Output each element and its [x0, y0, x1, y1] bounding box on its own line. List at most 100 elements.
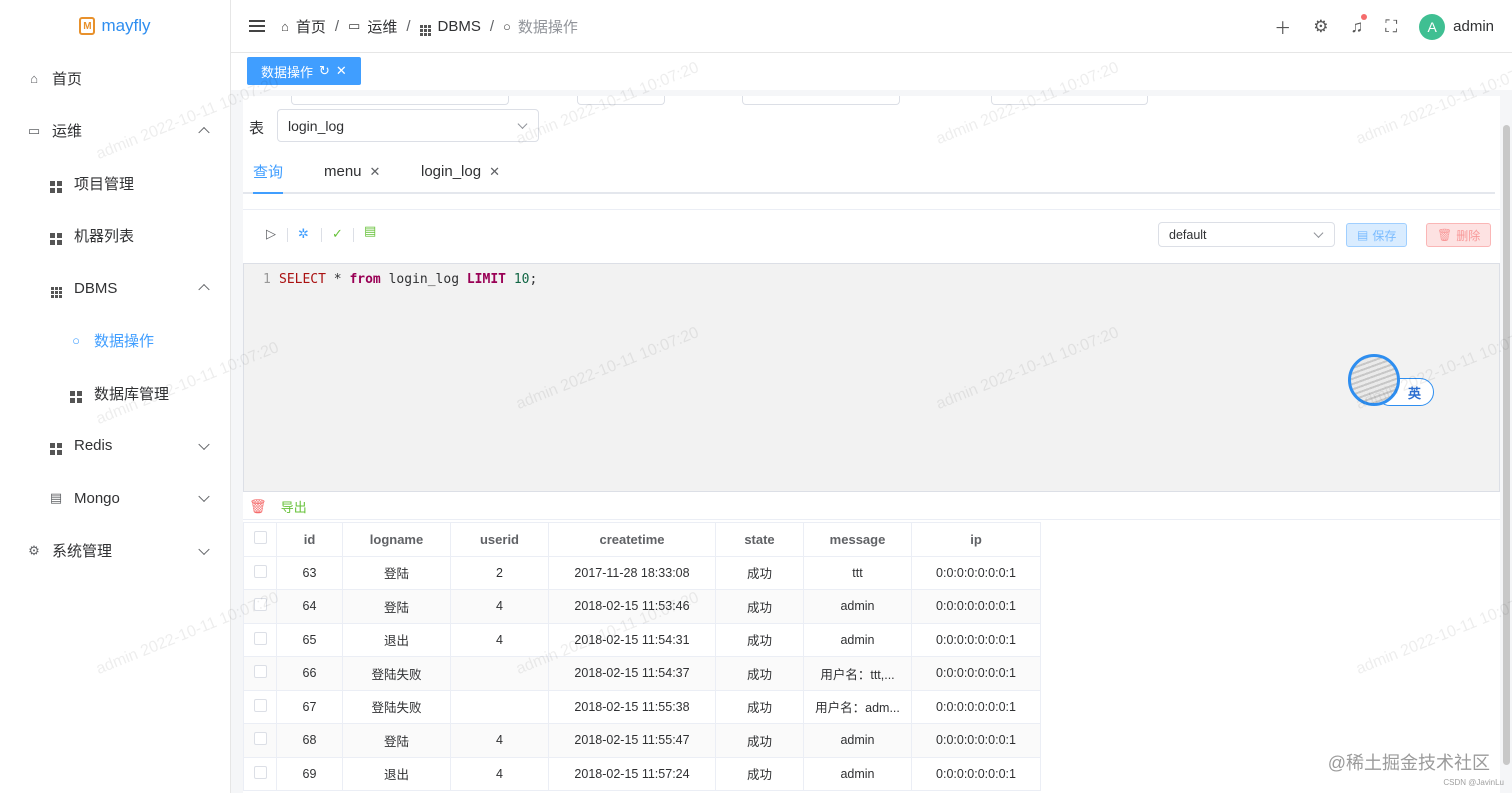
table-cell-userid: 4 — [450, 589, 549, 624]
select-partial[interactable] — [291, 96, 509, 105]
sql-code[interactable]: SELECT * from login_log LIMIT 10; — [279, 272, 537, 287]
save-button[interactable]: ▤ 保存 — [1346, 223, 1408, 247]
sql-keyword: from — [349, 272, 381, 287]
column-header[interactable]: logname — [342, 522, 451, 557]
tab-menu[interactable]: menu ✕ — [324, 151, 380, 192]
sidebar-item-home[interactable]: ⌂ 首页 — [0, 52, 230, 105]
tag-data-operation[interactable]: 数据操作 ↻ ✕ — [247, 57, 361, 85]
result-table: id logname userid createtime state messa… — [243, 522, 1041, 791]
avatar: A — [1419, 13, 1446, 40]
close-icon[interactable]: ✕ — [336, 63, 347, 79]
table-row[interactable]: 63 登陆 2 2017-11-28 18:33:08 成功 ttt 0:0:0:0:0:0… — [243, 555, 1041, 590]
tab-login-log[interactable]: login_log ✕ — [421, 151, 500, 192]
sql-snippet-select[interactable]: default — [1158, 222, 1335, 247]
user-name: admin — [1453, 18, 1494, 35]
home-icon: ⌂ — [30, 70, 38, 86]
sidebar-item-db-management[interactable]: 数据库管理 — [0, 367, 230, 420]
table-cell-id: 63 — [276, 555, 343, 590]
chevron-down-icon — [517, 118, 528, 129]
logo[interactable]: M mayfly — [0, 0, 230, 52]
breadcrumb-item[interactable]: 运维 — [367, 16, 397, 37]
result-actions: 🗑 导出 — [243, 494, 1500, 520]
format-icon[interactable]: ✲ — [298, 226, 309, 242]
table-cell-message: admin — [803, 723, 912, 758]
document-icon[interactable]: ▤ — [364, 223, 376, 239]
monitor-icon: ▭ — [348, 18, 361, 33]
scrollbar[interactable] — [1503, 125, 1510, 765]
row-checkbox[interactable] — [253, 631, 267, 645]
row-checkbox[interactable] — [253, 665, 267, 679]
column-header[interactable]: message — [803, 522, 912, 557]
chevron-down-icon — [1313, 228, 1324, 239]
column-header[interactable]: ip — [911, 522, 1041, 557]
row-checkbox[interactable] — [253, 698, 267, 712]
table-cell-createtime: 2017-11-28 18:33:08 — [548, 555, 716, 590]
sidebar-item-dbms[interactable]: DBMS — [0, 262, 230, 315]
table-row[interactable]: 64 登陆 4 2018-02-15 11:53:46 成功 admin 0:0:0:0:0… — [243, 589, 1041, 624]
delete-button[interactable]: 🗑 删除 — [1426, 223, 1492, 247]
table-row[interactable]: 68 登陆 4 2018-02-15 11:55:47 成功 admin 0:0:0:0:0… — [243, 723, 1041, 758]
table-row[interactable]: 67 登陆失败 2018-02-15 11:55:38 成功 用户名：adm... 0:0… — [243, 689, 1041, 724]
tab-query[interactable]: 查询 — [253, 151, 283, 192]
sidebar-item-machines[interactable]: 机器列表 — [0, 210, 230, 263]
column-header[interactable]: id — [276, 522, 343, 557]
ime-indicator[interactable]: 英 — [1348, 354, 1434, 406]
table-row[interactable]: 69 退出 4 2018-02-15 11:57:24 成功 admin 0:0:0:0:0… — [243, 756, 1041, 791]
column-header[interactable]: userid — [450, 522, 549, 557]
close-icon[interactable]: ✕ — [370, 164, 381, 180]
menu-toggle-icon[interactable] — [249, 20, 265, 32]
sql-editor[interactable]: 1 SELECT * from login_log LIMIT 10; — [243, 263, 1500, 492]
sidebar-item-label: Mongo — [74, 489, 120, 507]
sidebar-item-redis[interactable]: Redis — [0, 420, 230, 473]
breadcrumb-item-current: 数据操作 — [517, 18, 578, 36]
notification-dot — [1361, 13, 1368, 20]
grid-icon — [48, 436, 64, 456]
row-checkbox[interactable] — [253, 564, 267, 578]
trash-icon: 🗑 — [1437, 228, 1453, 242]
select-all-checkbox[interactable] — [253, 531, 267, 545]
plus-icon[interactable]: ＋ — [1274, 14, 1291, 39]
fullscreen-icon[interactable]: ⛶ — [1385, 17, 1397, 37]
row-checkbox[interactable] — [253, 598, 267, 612]
column-header[interactable]: state — [715, 522, 804, 557]
gear-icon[interactable]: ⚙ — [1313, 17, 1328, 37]
table-row[interactable]: 66 登陆失败 2018-02-15 11:54:37 成功 用户名：ttt,... 0:… — [243, 656, 1041, 691]
monitor-icon: ▭ — [27, 122, 41, 138]
breadcrumb-item[interactable]: 首页 — [296, 16, 326, 37]
line-number: 1 — [263, 272, 271, 287]
sql-keyword: SELECT — [279, 272, 326, 287]
breadcrumb-item[interactable]: DBMS — [438, 18, 481, 35]
table-cell-id: 67 — [276, 689, 343, 724]
sidebar-menu: ⌂ 首页 ▭ 运维 项目管理 机器列表 DBMS ○ 数据操作 数据库管理 Re… — [0, 52, 230, 577]
sidebar-item-mongo[interactable]: ▤ Mongo — [0, 472, 230, 525]
table-select[interactable]: login_log — [277, 109, 539, 142]
row-checkbox[interactable] — [253, 732, 267, 746]
sidebar-item-system[interactable]: ⚙ 系统管理 — [0, 525, 230, 578]
sql-keyword: LIMIT — [466, 272, 506, 287]
sidebar-item-projects[interactable]: 项目管理 — [0, 157, 230, 210]
sidebar-item-label: 机器列表 — [74, 228, 135, 246]
check-icon[interactable]: ✓ — [332, 226, 343, 242]
table-cell-createtime: 2018-02-15 11:55:47 — [548, 723, 716, 758]
trash-icon[interactable]: 🗑 — [249, 498, 267, 515]
refresh-icon[interactable]: ↻ — [319, 63, 330, 79]
close-icon[interactable]: ✕ — [489, 164, 500, 180]
sidebar-item-ops[interactable]: ▭ 运维 — [0, 105, 230, 158]
sidebar-item-data-operation[interactable]: ○ 数据操作 — [0, 315, 230, 368]
breadcrumb: ⌂ 首页 / ▭ 运维 / DBMS / ○ 数据操作 — [281, 16, 578, 37]
column-header[interactable]: createtime — [548, 522, 716, 557]
select-partial[interactable] — [577, 96, 665, 105]
export-button[interactable]: 导出 — [281, 497, 307, 516]
select-partial[interactable] — [991, 96, 1148, 105]
user-menu[interactable]: A admin — [1419, 13, 1494, 40]
table-cell-message: 用户名：adm... — [803, 689, 912, 724]
table-cell-logname: 退出 — [342, 622, 451, 657]
bell-icon[interactable]: ♫ — [1350, 13, 1368, 37]
run-icon[interactable]: ▷ — [266, 226, 276, 242]
row-checkbox[interactable] — [253, 765, 267, 779]
select-partial[interactable] — [742, 96, 900, 105]
ime-avatar — [1348, 354, 1400, 406]
table-row[interactable]: 65 退出 4 2018-02-15 11:54:31 成功 admin 0:0:0:0:0… — [243, 622, 1041, 657]
select-all-cell — [243, 522, 277, 557]
